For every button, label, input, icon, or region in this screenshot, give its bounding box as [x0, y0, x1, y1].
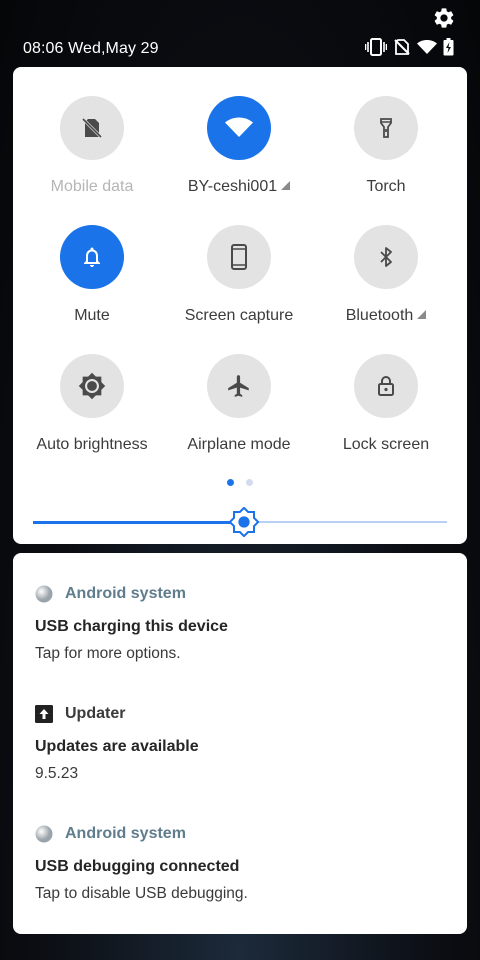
- brightness-track-filled: [33, 521, 234, 524]
- phone-screenshot-icon: [231, 244, 247, 270]
- tile-airplane-mode-button[interactable]: [207, 354, 271, 418]
- notifications-panel: Android system USB charging this device …: [13, 553, 467, 934]
- brightness-slider-thumb[interactable]: [228, 506, 260, 538]
- tile-label: Auto brightness: [36, 436, 148, 453]
- page-dot[interactable]: [246, 479, 253, 486]
- expand-triangle-icon[interactable]: [417, 310, 427, 319]
- android-system-icon: [35, 825, 53, 843]
- page-dot-active[interactable]: [227, 479, 234, 486]
- wifi-icon: [417, 39, 437, 55]
- bell-icon: [84, 247, 100, 267]
- status-bar: 08:06 Wed,May 29: [0, 36, 480, 62]
- tile-auto-brightness[interactable]: Auto brightness: [19, 354, 165, 454]
- tile-label: Torch: [366, 178, 406, 195]
- tile-mute[interactable]: Mute: [19, 225, 165, 325]
- notification-text: 9.5.23: [35, 765, 79, 782]
- clock-date: 08:06 Wed,May 29: [23, 40, 159, 57]
- flashlight-icon: [380, 118, 392, 138]
- tile-screen-capture[interactable]: Screen capture: [166, 225, 312, 325]
- upload-arrow-icon: [35, 705, 53, 723]
- notification-text: Tap to disable USB debugging.: [35, 885, 248, 902]
- notification-title: Updates are available: [35, 738, 199, 755]
- tile-label: Mobile data: [50, 178, 134, 195]
- tile-mobile-data[interactable]: Mobile data: [19, 96, 165, 196]
- tile-label: Lock screen: [342, 436, 430, 453]
- battery-charging-icon: [443, 38, 454, 56]
- notification-app-name: Android system: [65, 585, 186, 602]
- tile-label: Airplane mode: [187, 436, 291, 453]
- settings-gear-icon[interactable]: [432, 6, 456, 30]
- tile-wifi[interactable]: BY-ceshi001: [166, 96, 312, 196]
- notification-text: Tap for more options.: [35, 645, 181, 662]
- android-system-icon: [35, 585, 53, 603]
- tile-lock-screen[interactable]: Lock screen: [313, 354, 459, 454]
- wifi-icon: [225, 117, 253, 137]
- notification-item[interactable]: Updater Updates are available 9.5.23: [35, 703, 199, 783]
- notification-title: USB charging this device: [35, 618, 228, 635]
- notification-title: USB debugging connected: [35, 858, 240, 875]
- tile-torch-button[interactable]: [354, 96, 418, 160]
- notification-app-name: Android system: [65, 825, 186, 842]
- bluetooth-icon: [380, 247, 392, 267]
- tile-label: BY-ceshi001: [187, 178, 278, 195]
- expand-triangle-icon[interactable]: [281, 181, 291, 190]
- page-indicator: [13, 479, 467, 486]
- tile-lock-screen-button[interactable]: [354, 354, 418, 418]
- tile-wifi-button[interactable]: [207, 96, 271, 160]
- tile-mute-button[interactable]: [60, 225, 124, 289]
- notification-app-name: Updater: [65, 705, 126, 722]
- tile-bluetooth[interactable]: Bluetooth: [313, 225, 459, 325]
- no-sim-icon: [393, 38, 411, 56]
- tile-auto-brightness-button[interactable]: [60, 354, 124, 418]
- tile-torch[interactable]: Torch: [313, 96, 459, 196]
- tile-airplane-mode[interactable]: Airplane mode: [166, 354, 312, 454]
- airplane-icon: [228, 375, 249, 397]
- brightness-slider[interactable]: [33, 506, 447, 538]
- tile-bluetooth-button[interactable]: [354, 225, 418, 289]
- no-sim-icon: [81, 117, 103, 139]
- lock-icon: [378, 376, 394, 396]
- tile-label: Screen capture: [184, 307, 294, 324]
- notification-item[interactable]: Android system USB debugging connected T…: [35, 823, 248, 903]
- tile-label: Mute: [74, 307, 110, 324]
- tile-screen-capture-button[interactable]: [207, 225, 271, 289]
- brightness-icon: [78, 372, 106, 400]
- brightness-track-empty: [258, 521, 447, 523]
- notification-item[interactable]: Android system USB charging this device …: [35, 583, 228, 663]
- quick-settings-panel: Mobile data BY-ceshi001 Torch Mute Scree…: [13, 67, 467, 544]
- tile-label: Bluetooth: [345, 307, 414, 324]
- tile-mobile-data-button[interactable]: [60, 96, 124, 160]
- vibrate-icon: [365, 38, 387, 56]
